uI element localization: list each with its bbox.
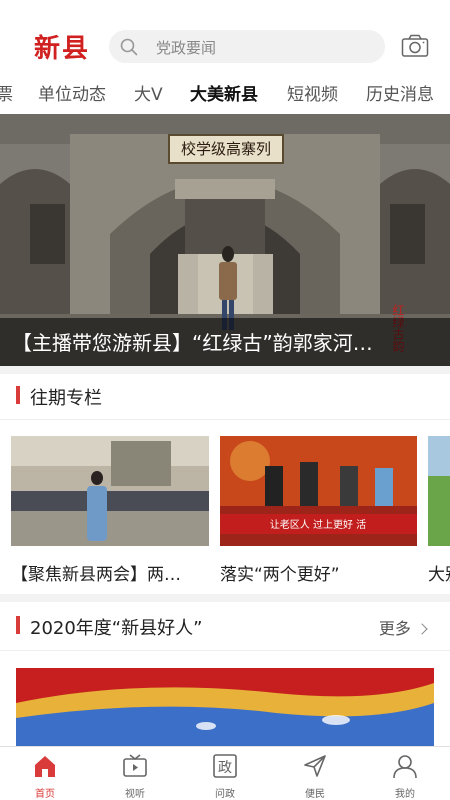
section-divider [0, 650, 450, 651]
tab-history[interactable]: 历史消息 [366, 80, 434, 105]
tv-icon [123, 754, 147, 777]
section-divider [0, 419, 450, 420]
home-icon [35, 756, 55, 777]
nav-home-label: 首页 [35, 789, 55, 800]
nav-audio-video-label: 视听 [125, 789, 145, 800]
section-accent-bar [16, 386, 20, 404]
good-people-section: 2020年度“新县好人” 更多 [0, 602, 450, 746]
camera-icon[interactable] [401, 34, 429, 58]
tab-short-video[interactable]: 短视频 [287, 80, 338, 105]
hero-banner[interactable]: 红绿古韵 校学级高寨列 【主播带您游新县】“红绿古”韵郭家河… [0, 114, 450, 366]
more-label: 更多 [378, 619, 411, 638]
column-card-image[interactable]: 让老区人 过上更好 活 [220, 436, 417, 546]
send-icon [304, 755, 326, 777]
tab-ticket[interactable]: 票 [0, 80, 13, 105]
nav-convenience-label: 便民 [305, 789, 325, 800]
column-card-title[interactable]: 【聚焦新县两会】两… [11, 560, 181, 585]
bottom-nav: 首页 视听 政 问政 便民 我的 [0, 746, 450, 800]
user-icon [393, 755, 417, 779]
nav-profile-label: 我的 [395, 789, 415, 800]
tab-big-v[interactable]: 大V [134, 80, 163, 105]
search-bar[interactable]: 党政要闻 [109, 30, 385, 63]
hero-plaque: 校学级高寨列 [168, 134, 284, 164]
column-card-image[interactable] [11, 436, 209, 546]
chevron-right-icon [416, 623, 428, 635]
politics-icon: 政 [213, 754, 237, 778]
search-placeholder: 党政要闻 [156, 39, 217, 57]
more-link[interactable]: 更多 [378, 615, 428, 639]
nav-home[interactable]: 首页 [0, 747, 90, 800]
nav-politics-label: 问政 [215, 789, 235, 800]
past-columns-title: 往期专栏 [30, 388, 102, 409]
tab-beautiful-xinxian[interactable]: 大美新县 [190, 80, 258, 105]
app-logo: 新县 [34, 34, 91, 64]
svg-text:政: 政 [218, 760, 232, 776]
tab-unit-news[interactable]: 单位动态 [38, 80, 106, 105]
banner-slogan: 让老区人 过上更好 活 [270, 518, 366, 531]
good-people-banner-image[interactable] [16, 668, 434, 746]
search-icon [120, 38, 138, 56]
nav-convenience[interactable]: 便民 [270, 747, 360, 800]
good-people-title: 2020年度“新县好人” [30, 618, 203, 639]
hero-caption[interactable]: 【主播带您游新县】“红绿古”韵郭家河… [12, 327, 373, 356]
banner-image: 让老区人 过上更好 活 [220, 436, 417, 546]
meeting-hall-image [11, 436, 209, 546]
nav-politics[interactable]: 政 问政 [180, 747, 270, 800]
nav-audio-video[interactable]: 视听 [90, 747, 180, 800]
landscape-image [428, 436, 450, 546]
top-bar: 新县 党政要闻 [0, 0, 450, 70]
nav-profile[interactable]: 我的 [360, 747, 450, 800]
section-accent-bar [16, 616, 20, 634]
column-card-image[interactable] [428, 436, 450, 546]
channel-tabs: 票 单位动态 大V 大美新县 短视频 历史消息 [0, 70, 450, 114]
column-card-title[interactable]: 大别 [428, 560, 450, 585]
column-card-title[interactable]: 落实“两个更好” [220, 560, 340, 585]
